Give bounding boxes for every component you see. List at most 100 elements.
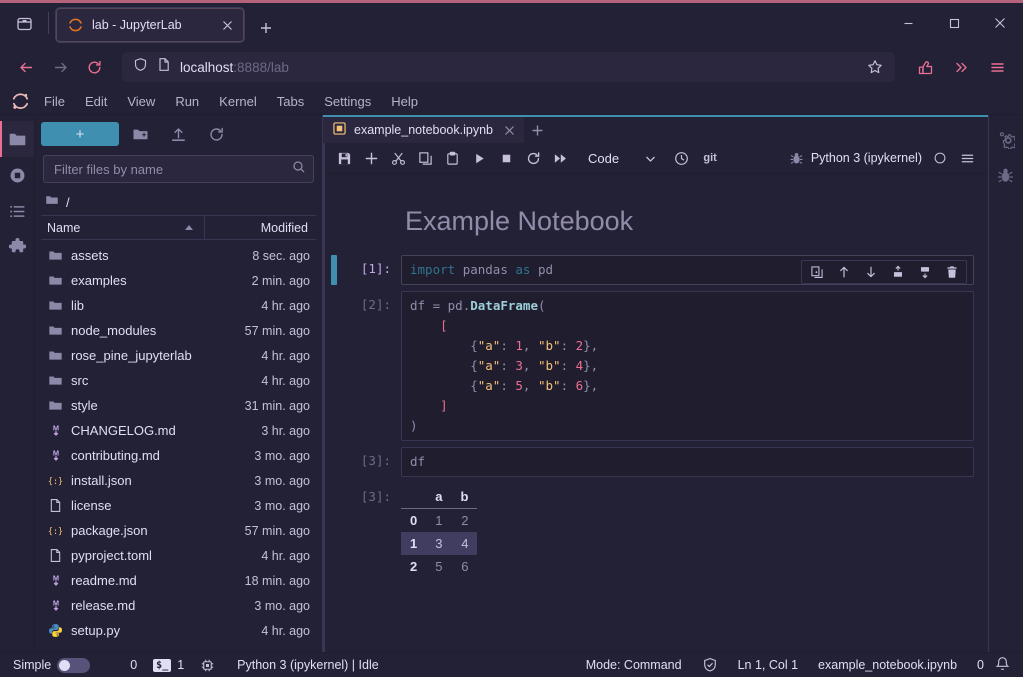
stop-icon[interactable] [493, 146, 519, 170]
file-list-item[interactable]: setup.py 4 hr. ago [35, 618, 322, 643]
chevron-double-right-icon[interactable] [945, 51, 977, 83]
extension-icon[interactable] [909, 51, 941, 83]
close-icon[interactable] [977, 3, 1023, 43]
upload-icon[interactable] [161, 121, 195, 147]
file-list-item[interactable]: src 4 hr. ago [35, 368, 322, 393]
insert-above-icon[interactable] [885, 261, 910, 283]
close-icon[interactable] [218, 16, 236, 34]
copy-icon[interactable] [412, 146, 438, 170]
insert-below-icon[interactable] [912, 261, 937, 283]
cell-editor[interactable]: df = pd.DataFrame( [ {"a": 1, "b": 2}, {… [401, 291, 974, 441]
menu-edit[interactable]: Edit [75, 88, 117, 115]
file-list-item[interactable]: {:} package.json 57 min. ago [35, 518, 322, 543]
kernel-status-text[interactable]: Python 3 (ipykernel) | Idle [234, 658, 382, 672]
restart-icon[interactable] [520, 146, 546, 170]
file-list-item[interactable]: assets 8 sec. ago [35, 243, 322, 268]
new-launcher-button[interactable]: + [41, 122, 119, 146]
move-down-icon[interactable] [858, 261, 883, 283]
sidebar-item-table-of-contents[interactable] [0, 193, 35, 229]
page-icon[interactable] [157, 57, 171, 77]
search-input[interactable] [54, 161, 292, 177]
new-folder-icon[interactable] [123, 121, 157, 147]
insert-cell-icon[interactable] [358, 146, 384, 170]
circle-idle-icon[interactable] [927, 146, 953, 170]
file-filter-box[interactable] [43, 155, 314, 183]
close-icon[interactable] [501, 122, 517, 138]
delete-icon[interactable] [939, 261, 964, 283]
kernel-name-label[interactable]: Python 3 (ipykernel) [811, 151, 926, 165]
sidebar-item-debugger[interactable] [988, 157, 1023, 193]
minimize-icon[interactable] [885, 3, 931, 43]
url-bar[interactable]: localhost:8888/lab [122, 52, 895, 82]
reload-icon[interactable] [78, 51, 110, 83]
tab-list-icon[interactable] [6, 7, 42, 39]
move-up-icon[interactable] [831, 261, 856, 283]
bell-icon[interactable] [995, 656, 1010, 675]
scissors-icon[interactable] [385, 146, 411, 170]
sidebar-item-property-inspector[interactable] [988, 121, 1023, 157]
bug-icon[interactable] [784, 146, 810, 170]
menu-view[interactable]: View [117, 88, 165, 115]
toggle-switch[interactable] [57, 657, 91, 673]
duplicate-icon[interactable] [804, 261, 829, 283]
notification-center[interactable]: 0 [974, 656, 1013, 675]
new-tab-button[interactable] [251, 13, 281, 43]
file-list-item[interactable]: {:} install.json 3 mo. ago [35, 468, 322, 493]
play-icon[interactable] [466, 146, 492, 170]
trusted-shield-icon[interactable] [699, 657, 721, 673]
sidebar-item-extension-manager[interactable] [0, 229, 35, 265]
file-list-item[interactable]: Mcontributing.md 3 mo. ago [35, 443, 322, 468]
file-list-item[interactable]: examples 2 min. ago [35, 268, 322, 293]
paste-icon[interactable] [439, 146, 465, 170]
menu-run[interactable]: Run [165, 88, 209, 115]
kernel-sessions-count[interactable]: 0 [127, 658, 140, 672]
maximize-icon[interactable] [931, 3, 977, 43]
notebook-cell[interactable]: [1]: import pandas as pd [325, 255, 974, 285]
status-filename[interactable]: example_notebook.ipynb [815, 658, 960, 672]
refresh-icon[interactable] [199, 121, 233, 147]
sidebar-item-file-browser[interactable] [0, 121, 35, 157]
notebook-scroll-area[interactable]: Example Notebook [1]: import pandas as pd… [323, 174, 988, 652]
search-icon[interactable] [292, 160, 306, 179]
cell-editor[interactable]: import pandas as pd [401, 255, 974, 285]
menu-help[interactable]: Help [381, 88, 428, 115]
git-icon[interactable]: git [695, 146, 725, 170]
file-list-item[interactable]: lib 4 hr. ago [35, 293, 322, 318]
notebook-mode[interactable]: Mode: Command [583, 658, 685, 672]
menu-kernel[interactable]: Kernel [209, 88, 267, 115]
cpu-icon[interactable] [197, 658, 218, 673]
shield-icon[interactable] [133, 57, 148, 77]
simple-mode-toggle[interactable]: Simple [10, 657, 93, 673]
cell-type-select[interactable]: Code [580, 146, 661, 170]
file-list-item[interactable]: Mreadme.md 18 min. ago [35, 568, 322, 593]
column-header-name[interactable]: Name [41, 216, 204, 239]
breadcrumb[interactable]: / [35, 189, 322, 215]
file-list-item[interactable]: M CHANGELOG.md 3 hr. ago [35, 418, 322, 443]
file-list-item[interactable]: Mrelease.md 3 mo. ago [35, 593, 322, 618]
add-tab-button[interactable] [524, 117, 550, 143]
star-icon[interactable] [861, 54, 889, 80]
terminal-sessions-count[interactable]: $_ 1 [150, 658, 187, 672]
file-list[interactable]: assets 8 sec. ago examples 2 min. ago lib 4 h… [35, 240, 322, 652]
notebook-cell[interactable]: [2]: df = pd.DataFrame( [ {"a": 1, "b": 2… [325, 291, 974, 441]
menu-file[interactable]: File [34, 88, 75, 115]
clock-icon[interactable] [668, 146, 694, 170]
forward-arrow-icon[interactable] [44, 51, 76, 83]
column-header-modified[interactable]: Modified [204, 216, 316, 239]
file-list-item[interactable]: style 31 min. ago [35, 393, 322, 418]
save-icon[interactable] [331, 146, 357, 170]
cursor-position[interactable]: Ln 1, Col 1 [735, 658, 801, 672]
menu-tabs[interactable]: Tabs [267, 88, 314, 115]
file-list-item[interactable]: rose_pine_jupyterlab 4 hr. ago [35, 343, 322, 368]
cell-editor[interactable]: df [401, 447, 974, 477]
hamburger-menu-icon[interactable] [981, 51, 1013, 83]
browser-tab[interactable]: lab - JupyterLab [55, 7, 245, 43]
sidebar-item-running-terminals[interactable] [0, 157, 35, 193]
file-list-item[interactable]: pyproject.toml 4 hr. ago [35, 543, 322, 568]
fast-forward-icon[interactable] [547, 146, 573, 170]
hamburger-menu-icon[interactable] [954, 146, 980, 170]
file-list-item[interactable]: license 3 mo. ago [35, 493, 322, 518]
back-arrow-icon[interactable] [10, 51, 42, 83]
menu-settings[interactable]: Settings [314, 88, 381, 115]
notebook-cell[interactable]: [3]: df [325, 447, 974, 477]
